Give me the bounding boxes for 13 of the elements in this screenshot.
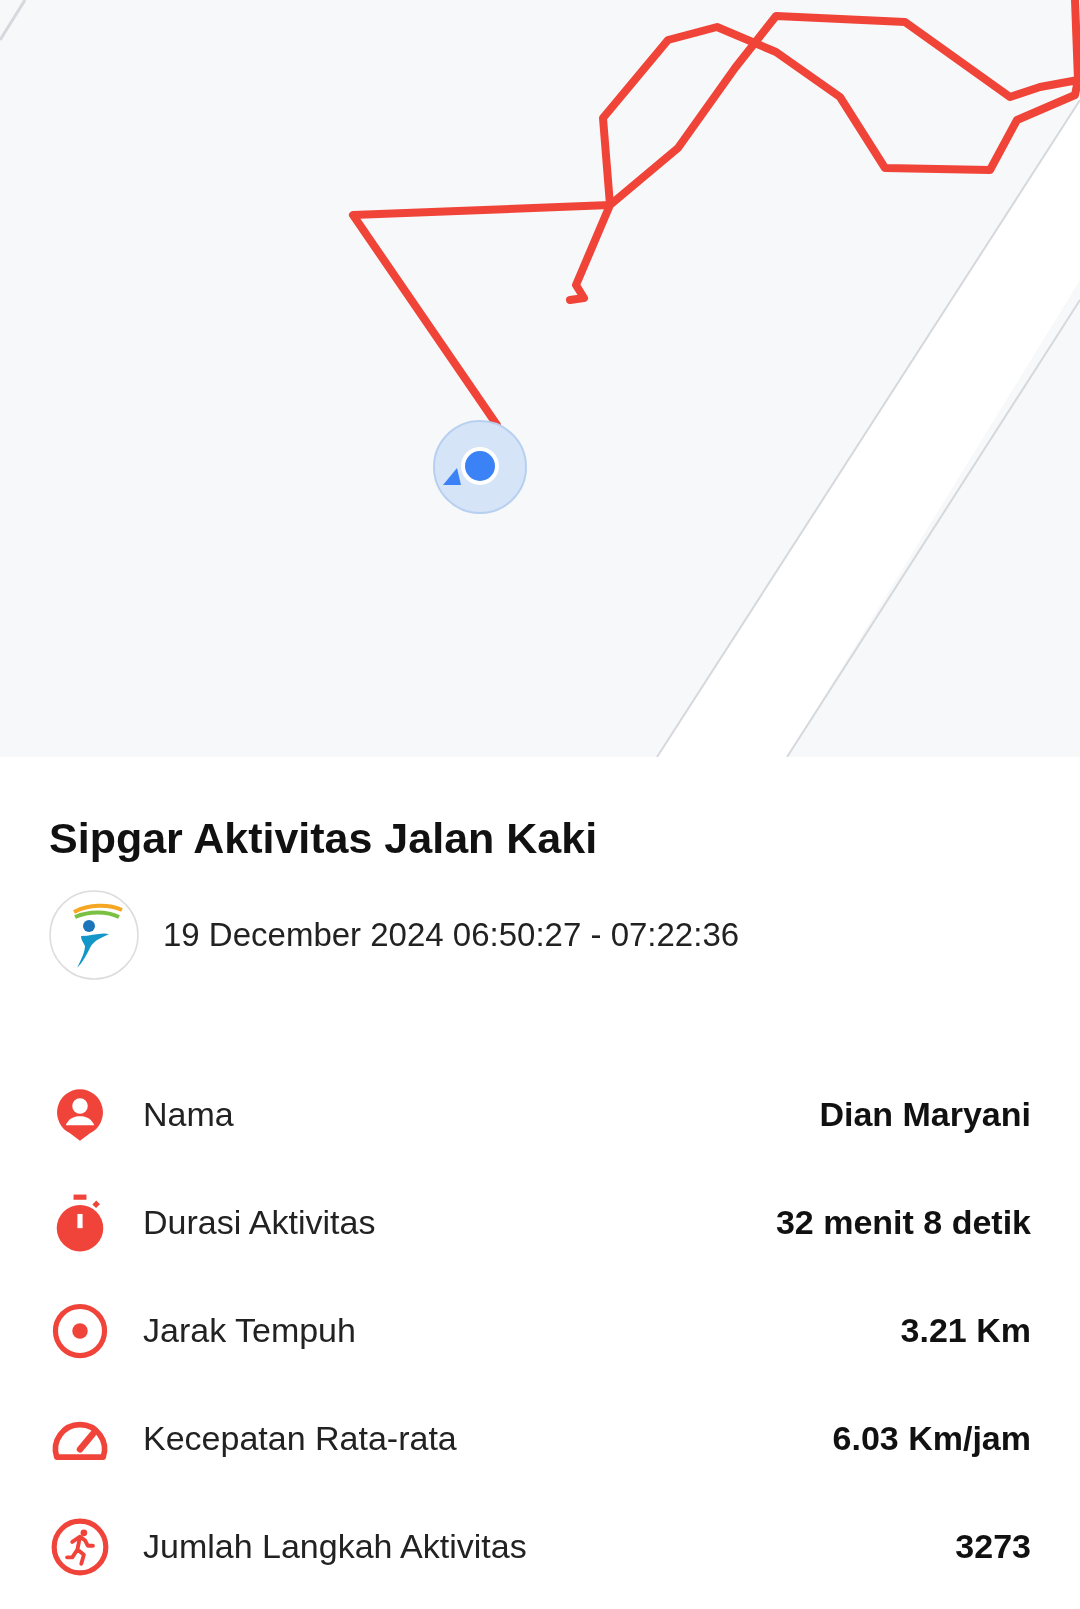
stat-value: 6.03 Km/jam	[832, 1418, 1031, 1460]
stat-label: Durasi Aktivitas	[143, 1202, 376, 1244]
logo-icon	[49, 889, 139, 980]
stat-label: Nama	[143, 1094, 234, 1136]
stat-value: 3273	[955, 1526, 1031, 1568]
activity-title: Sipgar Aktivitas Jalan Kaki	[49, 813, 599, 864]
stat-label: Jarak Tempuh	[143, 1310, 356, 1352]
stat-value: 32 menit 8 detik	[775, 1202, 1031, 1244]
stat-value: Dian Maryani	[819, 1094, 1031, 1136]
stat-value: 3.21 Km	[900, 1310, 1031, 1352]
stat-label: Jumlah Langkah Aktivitas	[143, 1526, 527, 1568]
activity-datetime: 19 December 2024 06:50:27 - 07:22:36	[163, 915, 740, 955]
stat-label: Kecepatan Rata-rata	[143, 1418, 457, 1460]
